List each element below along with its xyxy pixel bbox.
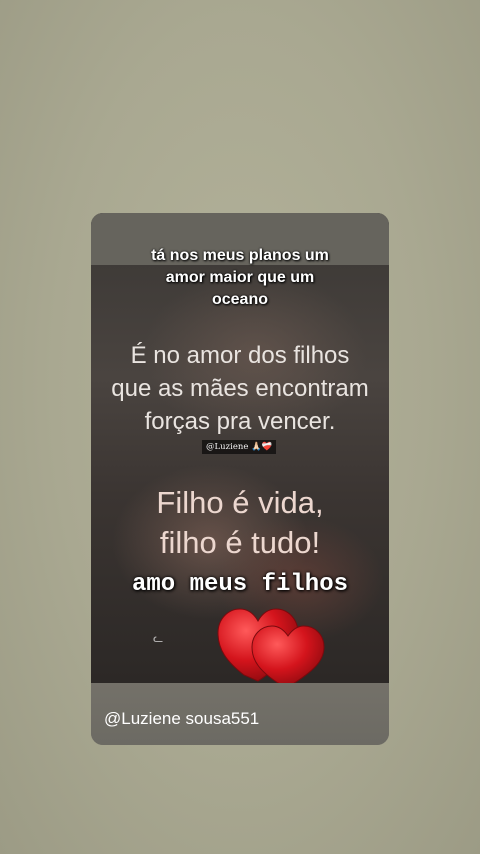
quote-line: forças pra vencer.	[144, 408, 336, 435]
story-card[interactable]: tá nos meus planos um amor maior que um …	[91, 213, 389, 745]
caption-line: oceano	[211, 291, 268, 308]
username-tag[interactable]: @Luziene sousa551	[104, 709, 259, 729]
story-caption: tá nos meus planos um amor maior que um …	[91, 245, 389, 311]
caption-line: amor maior que um	[165, 269, 315, 286]
quote-line: que as mães encontram	[111, 375, 369, 402]
hearts-sticker	[217, 608, 325, 687]
photo-quote: É no amor dos filhos que as mães encontr…	[91, 339, 389, 438]
photo-mark: ᓚ	[153, 631, 164, 645]
quote-line: É no amor dos filhos	[130, 342, 350, 369]
quote-line: filho é tudo!	[159, 525, 321, 560]
quote-line: Filho é vida,	[156, 485, 324, 520]
photo-quote-secondary: Filho é vida, filho é tudo!	[91, 483, 389, 563]
watermark-tag: @Luziene 🙏🏻❤️‍🩹	[202, 440, 277, 454]
big-caption: amo meus filhos	[131, 571, 349, 598]
caption-line: tá nos meus planos um	[151, 247, 329, 264]
